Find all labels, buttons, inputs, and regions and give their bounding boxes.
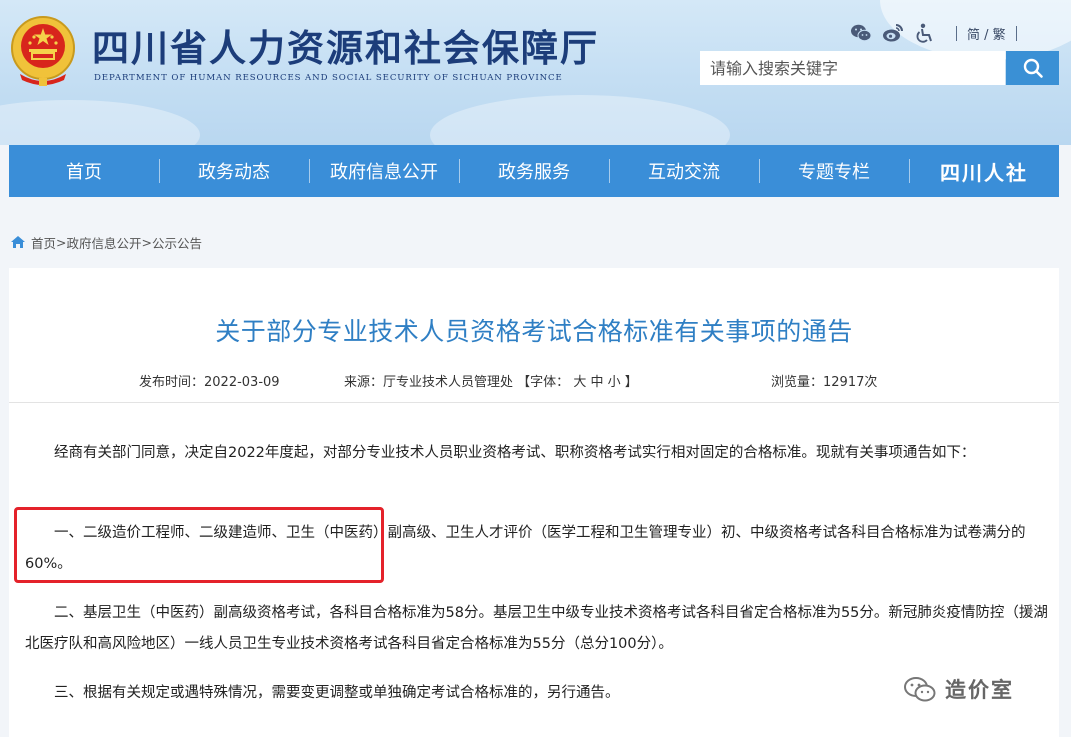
font-size-medium[interactable]: 中: [590, 375, 603, 390]
source-info: 来源：厅专业技术人员管理处 【字体： 大 中 小 】: [344, 371, 638, 390]
home-icon: [11, 236, 25, 248]
watermark-text: 造价室: [945, 678, 1014, 702]
publish-info: 发布时间：2022-03-09: [139, 371, 280, 390]
breadcrumb-announcements[interactable]: 公示公告: [152, 233, 202, 252]
article-title: 关于部分专业技术人员资格考试合格标准有关事项的通告: [215, 317, 853, 346]
top-tools: 简 / 繁: [850, 22, 1027, 44]
article-panel: 关于部分专业技术人员资格考试合格标准有关事项的通告 发布时间：2022-03-0…: [9, 268, 1059, 737]
nav-item-home[interactable]: 首页: [9, 145, 159, 197]
search-icon: [1023, 58, 1043, 78]
tool-divider: [956, 25, 957, 41]
site-title: 四川省人力资源和社会保障厅: [92, 26, 599, 70]
source-label: 来源：: [344, 375, 384, 390]
source-value: 厅专业技术人员管理处: [383, 375, 514, 390]
breadcrumb-home[interactable]: 首页: [31, 233, 56, 252]
wechat-icon[interactable]: [850, 23, 872, 43]
meta-divider: [9, 402, 1059, 403]
search-button[interactable]: [1006, 51, 1059, 85]
search-input[interactable]: [700, 51, 1005, 85]
breadcrumb-separator: >: [56, 234, 67, 250]
watermark: 造价室: [903, 674, 1014, 704]
article-paragraph: 三、根据有关规定或遇特殊情况，需要变更调整或单独确定考试合格标准的，另行通告。: [54, 685, 620, 701]
national-emblem-icon: [11, 16, 75, 86]
publish-date: 2022-03-09: [204, 375, 280, 390]
site-header: 四川省人力资源和社会保障厅 DEPARTMENT OF HUMAN RESOUR…: [0, 0, 1071, 145]
views-info: 浏览量：12917次: [771, 371, 877, 390]
site-subtitle: DEPARTMENT OF HUMAN RESOURCES AND SOCIAL…: [94, 73, 563, 83]
views-count: 12917次: [823, 375, 878, 390]
lang-toggle[interactable]: 简 / 繁: [967, 24, 1006, 43]
font-size-small[interactable]: 小: [608, 375, 621, 390]
breadcrumb-separator: >: [141, 234, 152, 250]
tool-divider: [1015, 25, 1017, 41]
main-nav: 首页 政务动态 政府信息公开 政务服务 互动交流 专题专栏 四川人社: [9, 145, 1059, 197]
nav-item-news[interactable]: 政务动态: [159, 145, 309, 197]
weibo-icon[interactable]: [882, 23, 904, 43]
font-size-label: 【字体：: [517, 375, 570, 390]
nav-item-gov-info[interactable]: 政府信息公开: [309, 145, 459, 197]
wechat-icon: [904, 677, 936, 702]
breadcrumb: 首页 > 政府信息公开 > 公示公告: [10, 233, 202, 251]
nav-item-services[interactable]: 政务服务: [459, 145, 609, 197]
nav-item-interaction[interactable]: 互动交流: [609, 145, 759, 197]
breadcrumb-gov-info[interactable]: 政府信息公开: [67, 233, 142, 252]
nav-item-topics[interactable]: 专题专栏: [759, 145, 909, 197]
font-size-large[interactable]: 大: [573, 375, 586, 390]
publish-label: 发布时间：: [139, 375, 205, 390]
article-paragraph: 经商有关部门同意，决定自2022年度起，对部分专业技术人员职业资格考试、职称资格…: [54, 445, 976, 461]
views-label: 浏览量：: [771, 375, 824, 390]
article-paragraph: 二、基层卫生（中医药）副高级资格考试，各科目合格标准为58分。基层卫生中级专业技…: [25, 605, 1048, 652]
article-paragraph: 一、二级造价工程师、二级建造师、卫生（中医药）副高级、卫生人才评价（医学工程和卫…: [25, 525, 1026, 572]
accessibility-icon[interactable]: [914, 23, 936, 43]
nav-brand-logo[interactable]: 四川人社: [909, 145, 1059, 197]
font-size-close: 】: [624, 375, 638, 390]
